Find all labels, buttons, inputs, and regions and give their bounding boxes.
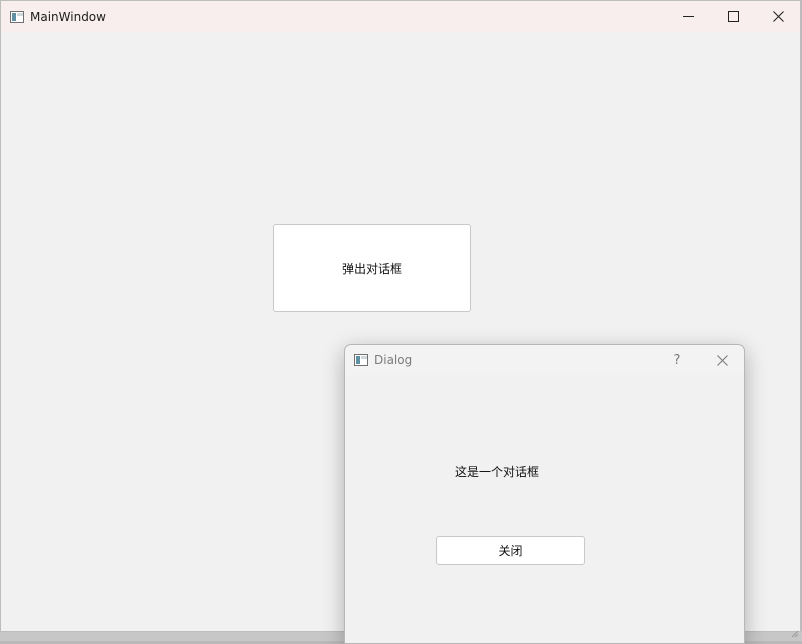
dialog-title: Dialog — [374, 353, 412, 367]
main-window-title: MainWindow — [30, 10, 106, 24]
dialog-window: Dialog ? 这是一个对话框 关闭 — [344, 344, 745, 644]
dialog-close-button[interactable] — [702, 345, 742, 375]
resize-grip-icon[interactable] — [791, 630, 799, 638]
close-window-button[interactable] — [755, 1, 801, 32]
maximize-button[interactable] — [710, 1, 756, 32]
help-icon: ? — [674, 353, 681, 368]
main-titlebar[interactable]: MainWindow — [1, 1, 800, 32]
close-button[interactable]: 关闭 — [436, 536, 585, 565]
close-icon — [773, 11, 784, 22]
minimize-button[interactable] — [665, 1, 711, 32]
minimize-icon — [683, 11, 694, 22]
maximize-icon — [728, 11, 739, 22]
dialog-titlebar[interactable]: Dialog ? — [345, 345, 744, 375]
dialog-app-icon — [354, 354, 368, 366]
dialog-message: 这是一个对话框 — [455, 463, 539, 480]
help-button[interactable]: ? — [657, 345, 697, 375]
close-icon — [717, 355, 728, 366]
open-dialog-button[interactable]: 弹出对话框 — [273, 224, 471, 312]
app-window-icon — [10, 11, 24, 23]
